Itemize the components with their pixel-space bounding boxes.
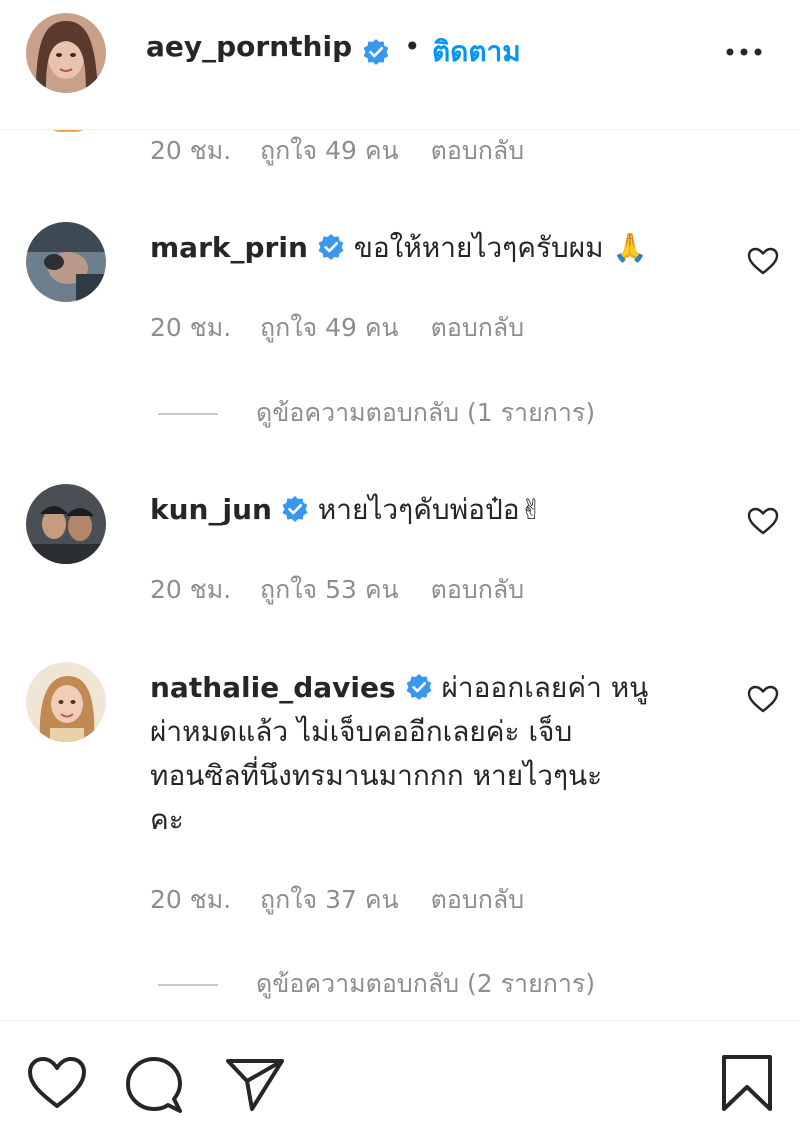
commenter-username[interactable]: mark_prin [150,231,308,264]
comment-text-line: ทอนซิลที่นึงทรมานมากกก หายไวๆนะ [150,759,603,792]
heart-icon[interactable] [746,506,780,536]
comment-meta: 20 ชม. ถูกใจ 49 คน ตอบกลับ [150,308,524,348]
comment-body: kun_jun หายไวๆคับพ่อป๋อ✌ [150,488,720,532]
comment-text-line: ผ่าหมดแล้ว ไม่เจ็บคออีกเลยค่ะ เจ็บ [150,715,573,748]
comment-likes[interactable]: ถูกใจ 49 คน [260,308,399,348]
post-header: aey_pornthip • ติดตาม [0,0,800,130]
paper-plane-icon[interactable] [224,1055,286,1113]
verified-badge-icon [362,38,390,66]
replies-divider-line [158,413,218,415]
commenter-avatar[interactable] [26,222,106,302]
comment-text-line: ผ่าออกเลยค่า หนู [441,671,649,704]
view-replies-button[interactable]: ดูข้อความตอบกลับ (1 รายการ) [158,393,595,433]
heart-icon[interactable] [746,684,780,714]
comment-body: nathalie_davies ผ่าออกเลยค่า หนู ผ่าหมดแ… [150,666,710,842]
comment-meta: 20 ชม. ถูกใจ 53 คน ตอบกลับ [150,570,524,610]
heart-icon[interactable] [746,246,780,276]
previous-comment-meta: 20 ชม. ถูกใจ 49 คน ตอบกลับ [150,131,524,171]
header-separator: • [404,30,421,63]
comment-body: mark_prin ขอให้หายไวๆครับผม 🙏 [150,226,720,270]
more-options-icon[interactable] [724,36,764,66]
reply-button[interactable]: ตอบกลับ [431,131,524,171]
commenter-username[interactable]: kun_jun [150,493,272,526]
reply-button[interactable]: ตอบกลับ [431,880,524,920]
view-replies-label: ดูข้อความตอบกลับ (2 รายการ) [256,969,596,998]
comment-time: 20 ชม. [150,885,232,914]
verified-badge-icon [282,496,308,522]
commenter-avatar[interactable] [26,484,106,564]
comment-text: ขอให้หายไวๆครับผม 🙏 [353,231,648,264]
reply-button[interactable]: ตอบกลับ [431,308,524,348]
post-action-bar [0,1020,800,1134]
verified-badge-icon [318,234,344,260]
comment-text-line: คะ [150,803,184,836]
view-replies-label: ดูข้อความตอบกลับ (1 รายการ) [256,398,596,427]
verified-badge-icon [406,674,431,700]
comment-time: 20 ชม. [150,313,232,342]
heart-icon[interactable] [26,1055,88,1111]
author-avatar[interactable] [26,13,106,93]
author-username[interactable]: aey_pornthip [146,30,352,63]
comment-time: 20 ชม. [150,136,232,165]
commenter-username[interactable]: nathalie_davies [150,671,396,704]
comment-likes[interactable]: ถูกใจ 49 คน [260,131,399,171]
comment-text: หายไวๆคับพ่อป๋อ✌ [317,493,544,526]
comment-likes[interactable]: ถูกใจ 53 คน [260,570,399,610]
bookmark-icon[interactable] [720,1053,774,1113]
follow-button[interactable]: ติดตาม [432,30,521,74]
reply-button[interactable]: ตอบกลับ [431,570,524,610]
comment-meta: 20 ชม. ถูกใจ 37 คน ตอบกลับ [150,880,524,920]
comment-time: 20 ชม. [150,575,232,604]
replies-divider-line [158,984,218,986]
comment-bubble-icon[interactable] [124,1055,184,1115]
view-replies-button[interactable]: ดูข้อความตอบกลับ (2 รายการ) [158,964,595,1004]
commenter-avatar[interactable] [26,662,106,742]
comment-likes[interactable]: ถูกใจ 37 คน [260,880,399,920]
